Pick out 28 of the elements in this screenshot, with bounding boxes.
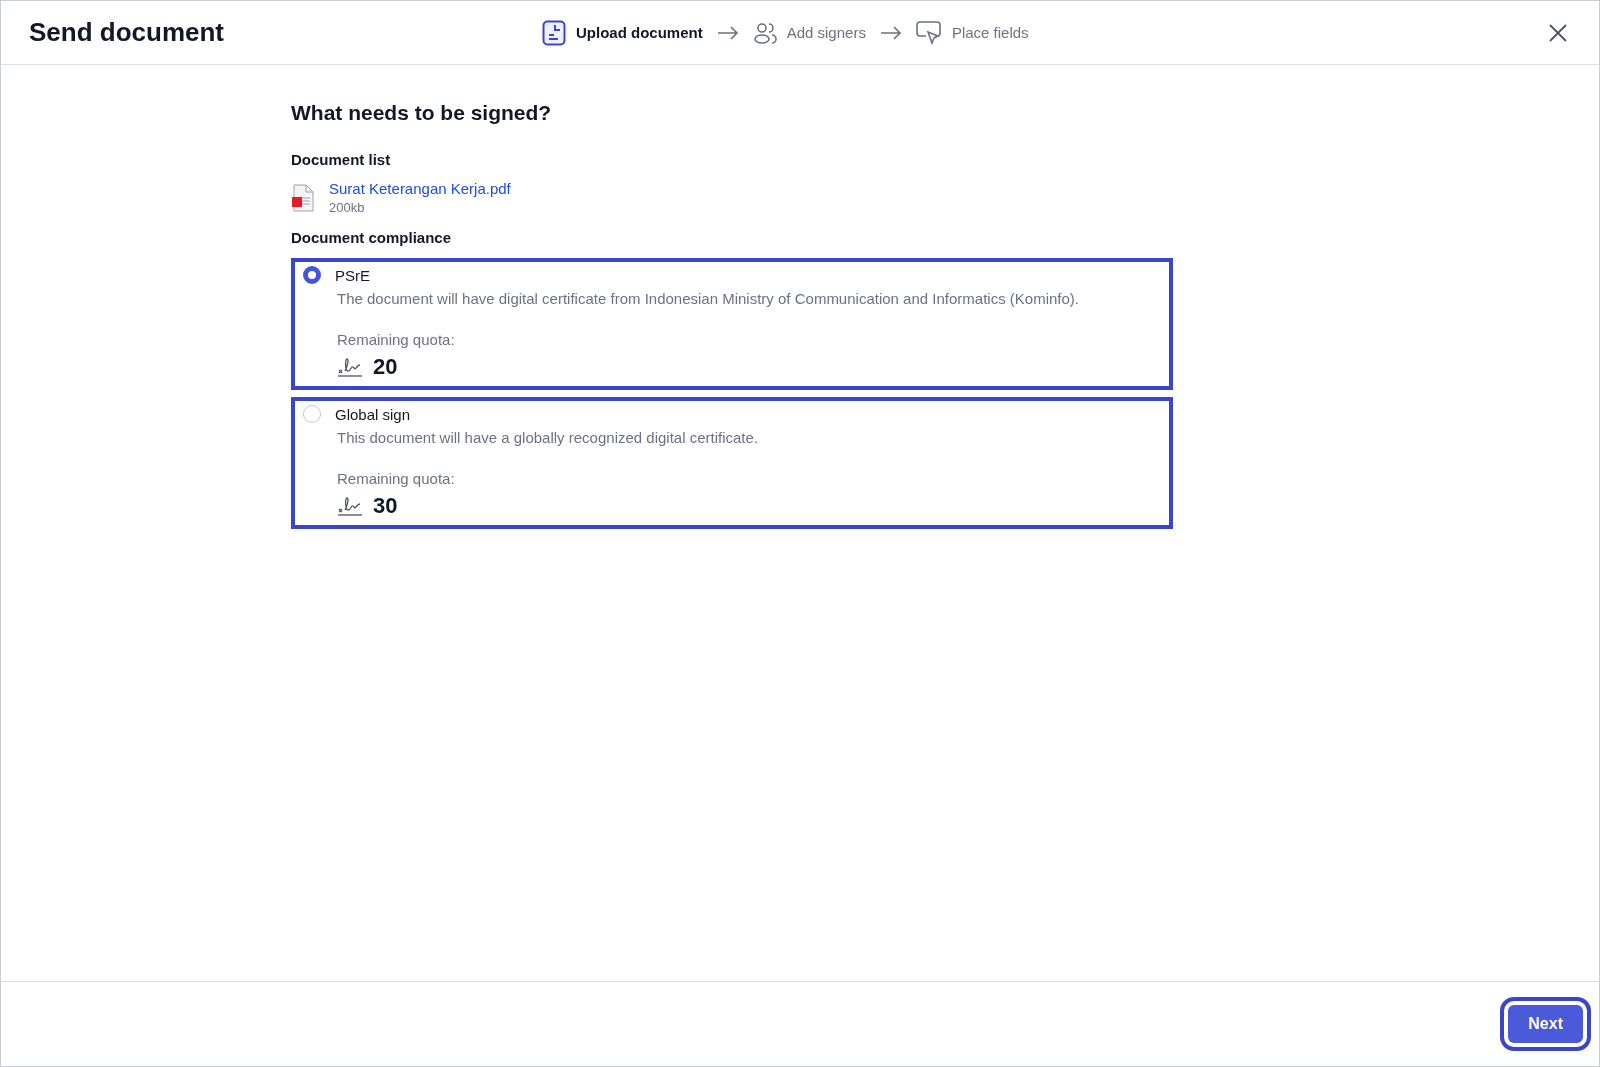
comment-cursor-icon [915,20,942,45]
step-label: Upload document [576,24,703,41]
field-label: Document list [291,151,392,168]
pdf-file-icon [291,183,315,212]
compliance-option-card[interactable]: Global sign This document will have a globally recognized digital certificate. Remaining quota: 30 [291,397,1173,529]
document-icon [542,19,566,46]
file-size: 200kb [329,200,366,215]
people-icon [752,20,777,45]
quota-label: Remaining quota: [337,331,456,348]
quota-value: 30 [373,493,398,519]
dialog-title: Send document [29,17,224,48]
signature-icon [337,495,363,517]
option-title: Global sign [335,405,411,423]
arrow-icon [879,25,902,40]
signature-icon [337,356,363,378]
option-title: PSrE [335,266,370,284]
radio-button[interactable] [303,266,321,284]
quota-label: Remaining quota: [337,470,456,487]
compliance-option-card[interactable]: PSrE The document will have digital certificate from Indonesian Ministry of Communication and Informatics (Kominfo). Remaining quota: 20 [291,258,1173,390]
quota-value: 20 [373,354,398,380]
option-description: This document will have a globally recognized digital certificate. [337,429,760,446]
step-label: Add signers [786,24,866,41]
section-heading: What needs to be signed? [291,101,553,125]
option-description: The document will have digital certificate from Indonesian Ministry of Communication and Informatics (Kominfo). [337,290,1080,307]
arrow-icon [716,25,739,40]
field-label: Document compliance [291,229,453,246]
step-label: Place fields [951,24,1029,41]
document-link[interactable]: Surat Keterangan Kerja.pdf [329,180,511,197]
